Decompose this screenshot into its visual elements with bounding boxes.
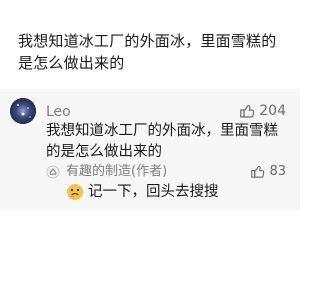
- galaxy-avatar-icon: [10, 98, 36, 124]
- thumbs-up-icon: [251, 165, 265, 178]
- comment-like-button[interactable]: 204: [239, 102, 286, 120]
- reply-text-wrap: 记一下，回头去搜搜: [66, 182, 219, 202]
- reply-like-count: 83: [269, 164, 286, 179]
- thinking-face-icon: [66, 183, 84, 201]
- comment-card: Leo 204 我想知道冰工厂的外面冰，里面雪糕的是怎么做出来的 有趣的制造(作…: [0, 89, 300, 210]
- reply-text: 记一下，回头去搜搜: [88, 184, 219, 200]
- thumbs-up-icon: [240, 104, 255, 118]
- reply-header: 有趣的制造(作者): [46, 163, 167, 180]
- reply-like-button[interactable]: 83: [250, 163, 286, 180]
- reply-author[interactable]: 有趣的制造(作者): [66, 163, 167, 180]
- avatar[interactable]: [10, 98, 36, 124]
- comment-username[interactable]: Leo: [46, 103, 71, 121]
- question-text: 我想知道冰工厂的外面冰，里面雪糕的是怎么做出来的: [18, 32, 277, 72]
- author-avatar-icon[interactable]: [46, 165, 60, 179]
- comment-text: 我想知道冰工厂的外面冰，里面雪糕的是怎么做出来的: [46, 123, 278, 160]
- comment-like-count: 204: [259, 103, 286, 119]
